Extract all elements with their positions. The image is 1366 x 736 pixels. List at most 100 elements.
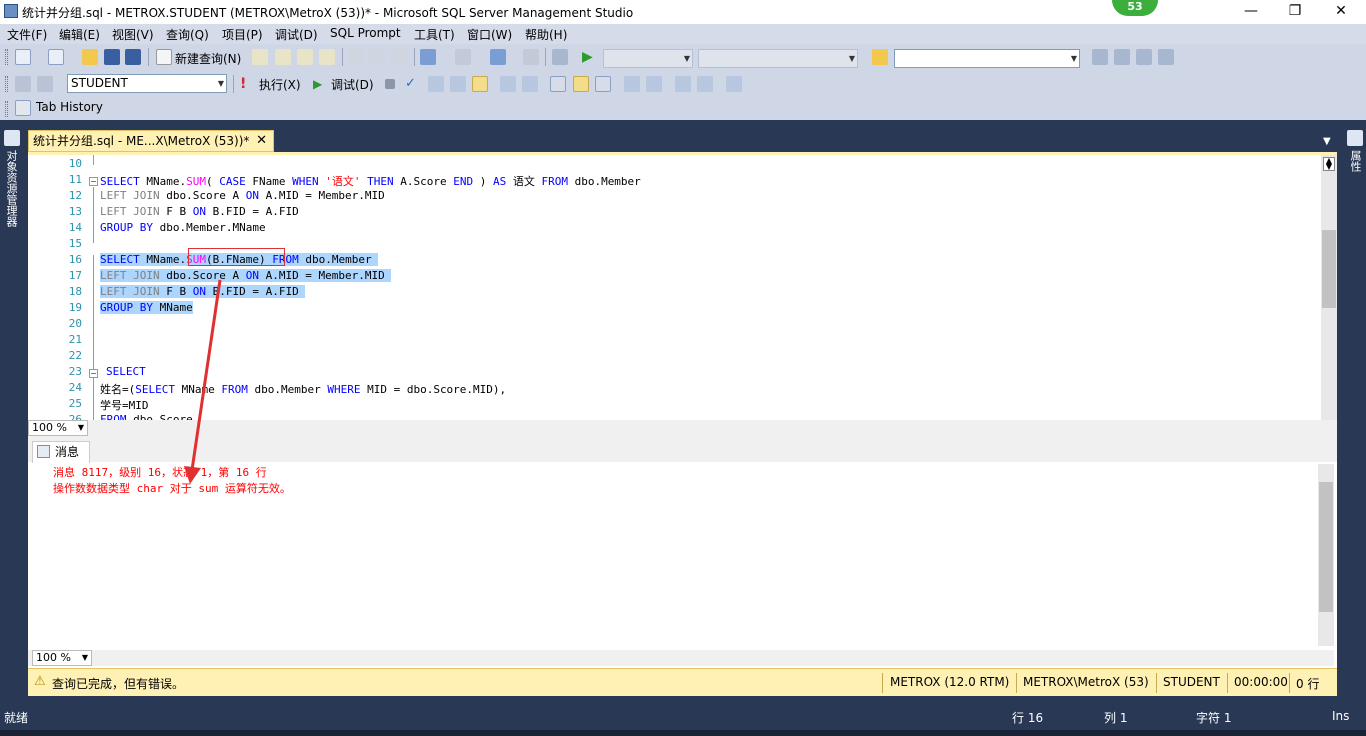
properties-icon[interactable] [1136, 49, 1152, 65]
status-separator [1016, 673, 1017, 693]
new-project-icon[interactable] [15, 49, 31, 65]
line-number: 17 [68, 269, 82, 282]
increase-indent-icon[interactable] [697, 76, 713, 92]
line-number: 13 [68, 205, 82, 218]
line-number: 11 [68, 173, 82, 186]
connect-icon[interactable] [15, 76, 31, 92]
results-to-file-icon[interactable] [595, 76, 611, 92]
collapse-toggle[interactable]: − [89, 369, 98, 378]
uncomment-icon[interactable] [646, 76, 662, 92]
database-selector[interactable]: STUDENT ▼ [67, 74, 227, 93]
toolbar-separator [545, 48, 546, 66]
toolbar-grip[interactable] [5, 76, 8, 92]
object-explorer-pane-strip[interactable]: 对象资源管理器 [0, 124, 24, 704]
navigate-backward-icon[interactable] [490, 49, 506, 65]
properties-icon [1347, 130, 1363, 146]
registered-servers-icon[interactable] [1092, 49, 1108, 65]
close-window-button[interactable]: ✕ [1318, 0, 1364, 24]
results-scroll-thumb[interactable] [1319, 482, 1333, 612]
properties-label[interactable]: 属性 [1347, 150, 1363, 172]
column-indicator: 列 1 [1104, 711, 1128, 725]
editor-zoom-select[interactable]: 100 % ▼ [28, 420, 88, 436]
xmla-query-icon[interactable] [319, 49, 335, 65]
sql-editor[interactable]: 10 11 12 13 14 15 16 17 18 19 20 21 22 2… [28, 152, 1337, 455]
window-layout-icon[interactable] [552, 49, 568, 65]
notification-badge[interactable]: 53 [1112, 0, 1158, 16]
db-engine-query-icon[interactable] [252, 49, 268, 65]
specify-values-icon[interactable] [726, 76, 742, 92]
error-message-line: 操作数数据类型 char 对于 sum 运算符无效。 [53, 482, 291, 495]
find-in-files-icon[interactable] [872, 49, 888, 65]
menu-tools[interactable]: 工具(T) [414, 26, 455, 43]
code-line-23: SELECT [106, 365, 146, 378]
find-combo[interactable]: ▼ [894, 49, 1080, 68]
results-to-text-icon[interactable] [550, 76, 566, 92]
copy-icon[interactable] [369, 49, 385, 65]
menu-window[interactable]: 窗口(W) [467, 26, 512, 43]
window-title: 统计并分组.sql - METROX.STUDENT (METROX\Metro… [22, 6, 634, 20]
restore-button[interactable]: ❐ [1272, 0, 1318, 24]
object-explorer-label[interactable]: 对象资源管理器 [3, 150, 19, 227]
open-folder-icon[interactable] [82, 49, 98, 65]
object-explorer-icon[interactable] [1114, 49, 1130, 65]
minimize-button[interactable]: — [1228, 0, 1274, 24]
properties-pane-strip[interactable]: 属性 [1343, 124, 1366, 704]
tab-history-icon[interactable] [15, 100, 31, 116]
menu-file[interactable]: 文件(F) [7, 26, 47, 43]
analysis-query-icon[interactable] [275, 49, 291, 65]
toolbox-icon[interactable] [1158, 49, 1174, 65]
menu-help[interactable]: 帮助(H) [525, 26, 567, 43]
debug-icon[interactable]: ▶ [313, 76, 329, 92]
menu-debug[interactable]: 调试(D) [275, 26, 318, 43]
split-editor-icon[interactable]: ▲ ▼ [1323, 157, 1335, 171]
close-tab-icon[interactable]: ✕ [256, 131, 267, 151]
cancel-query-icon[interactable] [385, 79, 395, 89]
menu-view[interactable]: 视图(V) [112, 26, 154, 43]
display-plan-icon[interactable] [428, 76, 444, 92]
undo-icon[interactable] [420, 49, 436, 65]
tab-history-button[interactable]: Tab History [36, 100, 103, 114]
editor-scroll-thumb[interactable] [1322, 230, 1336, 308]
results-vertical-scrollbar[interactable] [1318, 464, 1334, 646]
code-line-24: 姓名=(SELECT MName FROM dbo.Member WHERE M… [100, 383, 507, 396]
ready-status: 就绪 [4, 711, 29, 725]
mdx-query-icon[interactable] [297, 49, 313, 65]
menu-edit[interactable]: 编辑(E) [59, 26, 100, 43]
save-all-icon[interactable] [125, 49, 141, 65]
save-icon[interactable] [104, 49, 120, 65]
toolbar-grip[interactable] [5, 101, 8, 117]
execute-icon[interactable]: ! [240, 76, 256, 92]
debug-button[interactable]: 调试(D) [331, 76, 374, 93]
comment-icon[interactable] [624, 76, 640, 92]
editor-zoom-bar: 100 % ▼ [28, 420, 1337, 436]
new-query-button[interactable]: 新建查询(N) [175, 50, 241, 67]
execute-button[interactable]: 执行(X) [259, 76, 301, 93]
results-tab-strip [28, 436, 1337, 462]
change-connection-icon[interactable] [37, 76, 53, 92]
intellisense-icon[interactable] [472, 76, 488, 92]
menu-project[interactable]: 项目(P) [222, 26, 263, 43]
new-query-icon[interactable] [156, 49, 172, 65]
results-zoom-select[interactable]: 100 % ▼ [32, 650, 92, 666]
cut-icon[interactable] [348, 49, 364, 65]
include-plan-icon[interactable] [500, 76, 516, 92]
navigate-forward-icon[interactable] [523, 49, 539, 65]
messages-tab[interactable]: 消息 [32, 441, 90, 463]
add-item-icon[interactable] [48, 49, 64, 65]
menu-sql-prompt[interactable]: SQL Prompt [330, 26, 401, 40]
paste-icon[interactable] [391, 49, 407, 65]
start-debug-icon[interactable]: ▶ [582, 49, 598, 65]
toolbar-grip[interactable] [5, 49, 8, 65]
document-tab[interactable]: 统计并分组.sql - ME...X\MetroX (53))* ✕ [28, 130, 274, 152]
results-to-grid-icon[interactable] [573, 76, 589, 92]
query-designer-icon[interactable] [450, 76, 466, 92]
collapse-toggle[interactable]: − [89, 177, 98, 186]
parse-icon[interactable]: ✓ [405, 76, 421, 92]
editor-vertical-scrollbar[interactable]: ▲ ▼ [1321, 155, 1337, 420]
tab-list-dropdown-icon[interactable]: ▼ [1323, 136, 1331, 147]
client-stats-icon[interactable] [522, 76, 538, 92]
redo-icon[interactable] [455, 49, 471, 65]
tab-history-toolbar: Tab History [0, 96, 1366, 120]
menu-query[interactable]: 查询(Q) [166, 26, 209, 43]
decrease-indent-icon[interactable] [675, 76, 691, 92]
